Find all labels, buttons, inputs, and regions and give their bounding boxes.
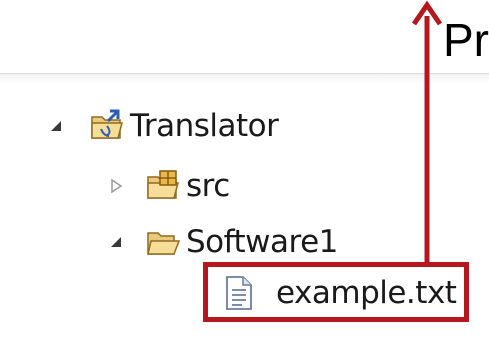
annotation-caption: Pr: [443, 14, 489, 66]
annotation-arrow: [411, 0, 443, 262]
